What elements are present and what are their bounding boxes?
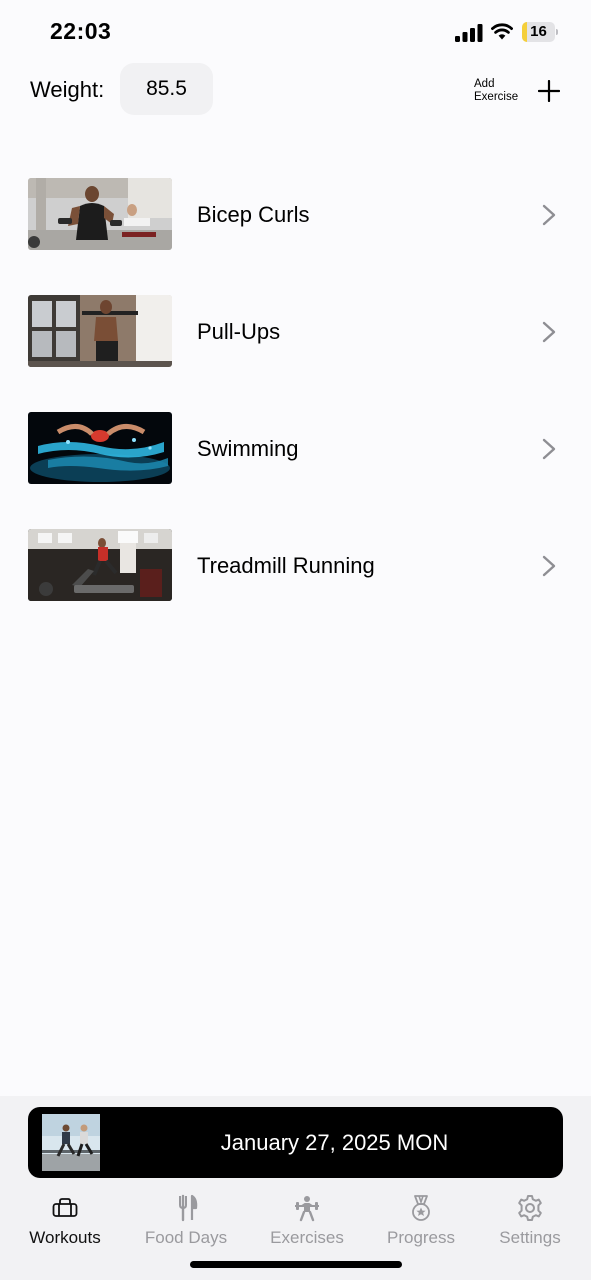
fork-knife-icon: [179, 1194, 198, 1222]
chevron-right-icon: [542, 438, 556, 460]
tab-workouts[interactable]: Workouts: [6, 1192, 124, 1252]
gear-icon: [518, 1195, 542, 1221]
weight-input[interactable]: [120, 63, 213, 115]
plus-icon: [538, 80, 560, 102]
date-selector-button[interactable]: January 27, 2025 MON: [28, 1107, 563, 1178]
battery-indicator: 16: [522, 22, 558, 42]
tab-label: Settings: [499, 1228, 561, 1247]
cellular-signal-icon: [455, 24, 483, 42]
exercise-name: Swimming: [197, 436, 299, 461]
chevron-right-icon: [542, 204, 556, 226]
exercise-name: Bicep Curls: [197, 202, 310, 227]
status-bar: 22:03 16: [0, 0, 591, 64]
status-time: 22:03: [50, 18, 112, 44]
home-indicator: [190, 1261, 402, 1268]
tab-bar: Workouts Food Days Exercises Progress Se…: [0, 1192, 591, 1252]
date-thumbnail: [42, 1114, 100, 1171]
tab-label: Workouts: [29, 1228, 101, 1247]
battery-level: 16: [530, 23, 547, 40]
exercise-row-pull-ups[interactable]: Pull-Ups: [0, 277, 591, 394]
add-exercise-button[interactable]: Add Exercise: [474, 76, 566, 106]
tab-label: Exercises: [270, 1228, 344, 1247]
medal-icon: [412, 1195, 430, 1221]
tab-settings[interactable]: Settings: [471, 1192, 589, 1252]
exercise-row-treadmill-running[interactable]: Treadmill Running: [0, 511, 591, 628]
tab-progress[interactable]: Progress: [362, 1192, 480, 1252]
chevron-right-icon: [542, 555, 556, 577]
header: Weight: Add Exercise: [0, 62, 591, 118]
weightlifter-icon: [295, 1196, 319, 1222]
gym-bag-icon: [52, 1198, 78, 1217]
add-exercise-label: Add Exercise: [474, 78, 519, 103]
tab-label: Progress: [386, 1228, 456, 1247]
wifi-icon: [491, 23, 513, 40]
tab-exercises[interactable]: Exercises: [248, 1192, 366, 1252]
tab-food-days[interactable]: Food Days: [127, 1192, 245, 1252]
exercise-thumbnail: [28, 412, 172, 484]
exercise-row-bicep-curls[interactable]: Bicep Curls: [0, 160, 591, 277]
tab-label: Food Days: [144, 1228, 228, 1247]
exercise-thumbnail: [28, 295, 172, 367]
exercise-name: Treadmill Running: [197, 553, 375, 578]
weight-label: Weight:: [30, 77, 105, 102]
exercise-row-swimming[interactable]: Swimming: [0, 394, 591, 511]
exercise-list: Bicep Curls Pull-Ups Swimming Treadmill …: [0, 160, 591, 628]
selected-date: January 27, 2025 MON: [220, 1130, 449, 1155]
exercise-thumbnail: [28, 529, 172, 601]
exercise-thumbnail: [28, 178, 172, 250]
bottom-area: January 27, 2025 MON Workouts Food Days: [0, 1096, 591, 1280]
chevron-right-icon: [542, 321, 556, 343]
exercise-name: Pull-Ups: [197, 319, 281, 344]
